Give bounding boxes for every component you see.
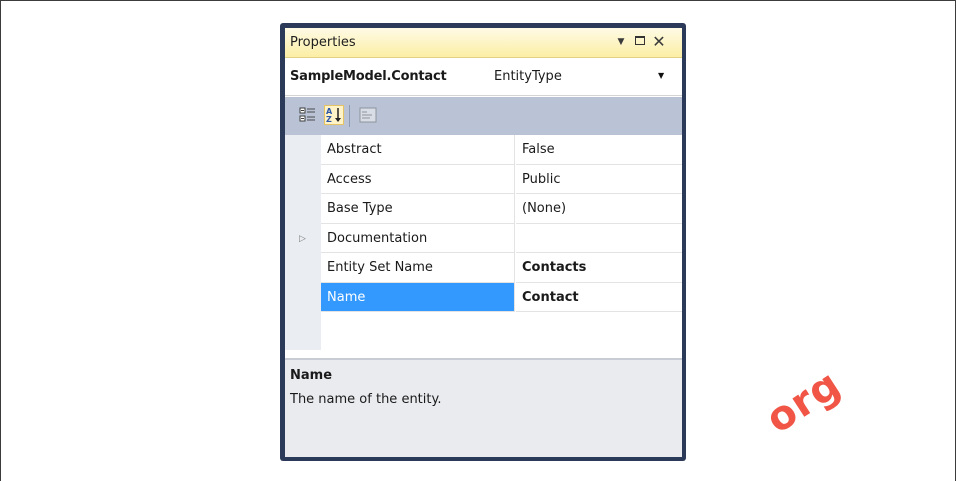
property-name: Documentation	[321, 223, 515, 253]
property-row-abstract[interactable]: Abstract False	[285, 135, 682, 165]
sort-alpha-icon[interactable]: A Z	[324, 105, 344, 125]
property-name: Base Type	[321, 194, 515, 224]
property-row-entity-set-name[interactable]: Entity Set Name Contacts	[285, 253, 682, 283]
description-title: Name	[290, 368, 333, 383]
properties-window: Properties ▼ ✕ SampleModel.Contact Entit…	[280, 23, 686, 461]
frame-left-line	[0, 0, 1, 481]
property-value[interactable]: Contacts	[516, 253, 682, 283]
property-value[interactable]	[516, 224, 682, 253]
property-name: Access	[321, 164, 515, 194]
maximize-icon[interactable]	[632, 33, 648, 51]
property-name: Name	[321, 282, 515, 312]
categorized-icon[interactable]	[298, 105, 318, 125]
watermark: org	[758, 361, 850, 443]
description-text: The name of the entity.	[290, 392, 442, 407]
properties-panel: Properties ▼ ✕ SampleModel.Contact Entit…	[285, 28, 682, 457]
property-row-access[interactable]: Access Public	[285, 164, 682, 194]
property-value[interactable]: Contact	[516, 283, 682, 312]
window-title: Properties	[290, 35, 356, 50]
description-pane: Name The name of the entity.	[285, 358, 682, 457]
property-name: Entity Set Name	[321, 253, 515, 283]
property-name: Abstract	[321, 135, 515, 165]
property-row-name[interactable]: Name Contact	[285, 282, 682, 312]
object-name: SampleModel.Contact	[290, 69, 447, 84]
window-position-dropdown-icon[interactable]: ▼	[613, 33, 629, 51]
svg-text:Z: Z	[326, 115, 332, 124]
object-selector-dropdown[interactable]: SampleModel.Contact EntityType ▼	[285, 59, 682, 96]
properties-toolbar: A Z	[285, 97, 682, 135]
property-pages-icon[interactable]	[358, 105, 378, 125]
close-icon[interactable]: ✕	[651, 33, 667, 51]
object-type: EntityType	[494, 69, 562, 84]
property-value[interactable]: False	[516, 135, 682, 165]
property-grid: Abstract False Access Public Base Type (…	[285, 135, 682, 350]
property-value[interactable]: Public	[516, 165, 682, 194]
toolbar-separator	[349, 105, 350, 127]
chevron-down-icon[interactable]: ▼	[658, 71, 664, 80]
property-value[interactable]: (None)	[516, 194, 682, 224]
title-bar[interactable]: Properties ▼ ✕	[285, 28, 682, 58]
property-row-base-type[interactable]: Base Type (None)	[285, 194, 682, 224]
frame-top-line	[0, 0, 956, 1]
property-row-documentation[interactable]: ▷ Documentation	[285, 223, 682, 253]
expand-triangle-icon[interactable]: ▷	[299, 234, 306, 244]
